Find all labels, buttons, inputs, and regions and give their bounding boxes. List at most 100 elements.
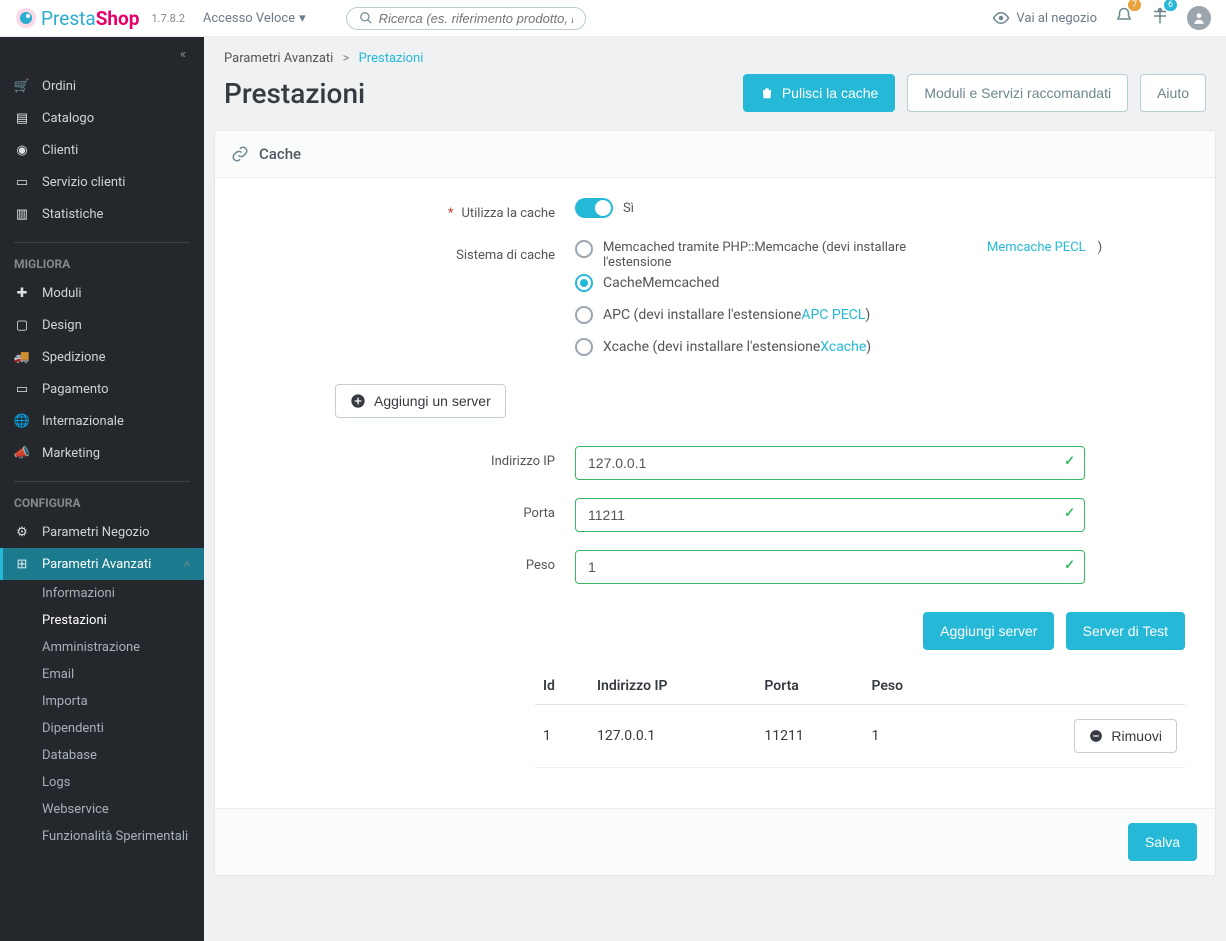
sidebar-collapse[interactable]: « — [0, 37, 204, 70]
sidebar-sub-webservice[interactable]: Webservice — [0, 796, 204, 823]
panel-body: *Utilizza la cache Sì Sistema di cache — [215, 178, 1215, 808]
add-server-toggle-label: Aggiungi un server — [374, 393, 491, 409]
radio-cachememcached[interactable] — [575, 274, 593, 292]
use-cache-toggle[interactable]: Sì — [575, 198, 634, 218]
quick-access-dropdown[interactable]: Accesso Veloce ▾ — [203, 11, 306, 26]
th-ip: Indirizzo IP — [589, 668, 756, 705]
save-button[interactable]: Salva — [1128, 823, 1197, 861]
sidebar-item-catalog[interactable]: ▤Catalogo — [0, 102, 204, 134]
add-server-button[interactable]: Aggiungi server — [923, 612, 1054, 650]
radio-apc[interactable] — [575, 306, 593, 324]
truck-icon: 🚚 — [14, 349, 30, 365]
ip-input[interactable] — [575, 446, 1085, 480]
profile-avatar[interactable] — [1187, 6, 1211, 30]
weight-input[interactable] — [575, 550, 1085, 584]
sidebar-sub-logs[interactable]: Logs — [0, 769, 204, 796]
xcache-link[interactable]: Xcache — [820, 339, 866, 355]
notif-badge: 7 — [1128, 0, 1141, 11]
apc-pecl-link[interactable]: APC PECL — [801, 307, 865, 323]
sidebar-item-stats[interactable]: ▥Statistiche — [0, 198, 204, 230]
plus-circle-icon — [350, 393, 366, 409]
search-box[interactable] — [346, 7, 586, 30]
sidebar-sub-performance[interactable]: Prestazioni — [0, 607, 204, 634]
support-button[interactable]: 6 — [1151, 7, 1169, 29]
toggle-value: Sì — [623, 201, 634, 216]
port-label: Porta — [245, 498, 575, 521]
sidebar-sub-employees[interactable]: Dipendenti — [0, 715, 204, 742]
table-row: 1 127.0.0.1 11211 1 Rimuovi — [535, 705, 1185, 768]
remove-server-button[interactable]: Rimuovi — [1074, 719, 1177, 753]
sidebar-item-shop-params[interactable]: ⚙Parametri Negozio — [0, 516, 204, 548]
breadcrumb-sep: > — [343, 51, 350, 66]
person-icon: ◉ — [14, 142, 30, 158]
sidebar-sub-email[interactable]: Email — [0, 661, 204, 688]
minus-circle-icon — [1089, 729, 1103, 743]
sidebar-item-customer-service[interactable]: ▭Servizio clienti — [0, 166, 204, 198]
ip-label: Indirizzo IP — [245, 446, 575, 469]
sidebar-sub-experimental[interactable]: Funzionalità Sperimentali — [0, 823, 204, 850]
support-badge: 6 — [1164, 0, 1177, 11]
panel-header: Cache — [215, 131, 1215, 178]
cell-ip: 127.0.0.1 — [589, 705, 756, 768]
radio-xcache[interactable] — [575, 338, 593, 356]
notifications-button[interactable]: 7 — [1115, 7, 1133, 29]
help-button[interactable]: Aiuto — [1140, 74, 1206, 112]
th-port: Porta — [756, 668, 863, 705]
version-label: 1.7.8.2 — [151, 12, 184, 25]
globe-icon: 🌐 — [14, 413, 30, 429]
weight-label: Peso — [245, 550, 575, 573]
breadcrumb-current: Prestazioni — [359, 51, 424, 66]
sidebar-heading-configure: CONFIGURA — [0, 488, 204, 516]
sidebar-sub-administration[interactable]: Amministrazione — [0, 634, 204, 661]
breadcrumb: Parametri Avanzati > Prestazioni — [204, 37, 1226, 70]
person-icon — [1192, 11, 1206, 25]
sidebar-sub-import[interactable]: Importa — [0, 688, 204, 715]
sidebar-heading-improve: MIGLIORA — [0, 249, 204, 277]
check-icon: ✓ — [1064, 506, 1075, 521]
megaphone-icon: 📣 — [14, 445, 30, 461]
sidebar-sub-database[interactable]: Database — [0, 742, 204, 769]
sidebar-item-design[interactable]: ▢Design — [0, 309, 204, 341]
th-id: Id — [535, 668, 589, 705]
clear-cache-button[interactable]: Pulisci la cache — [743, 74, 896, 112]
check-icon: ✓ — [1064, 558, 1075, 573]
sidebar-item-payment[interactable]: ▭Pagamento — [0, 373, 204, 405]
logo[interactable]: PrestaShop 1.7.8.2 — [15, 7, 185, 30]
radio-memcache[interactable] — [575, 240, 593, 258]
paren-close-1: ) — [1098, 240, 1103, 255]
top-bar: PrestaShop 1.7.8.2 Accesso Veloce ▾ Vai … — [0, 0, 1226, 37]
view-shop-link[interactable]: Vai al negozio — [992, 9, 1097, 27]
sidebar-sub-information[interactable]: Informazioni — [0, 580, 204, 607]
radio-apc-label: APC (devi installare l'estensioneAPC PEC… — [603, 307, 870, 323]
panel-footer: Salva — [215, 808, 1215, 875]
memcache-pecl-link[interactable]: Memcache PECL — [987, 240, 1086, 255]
cell-port: 11211 — [756, 705, 863, 768]
sidebar-item-advanced-params[interactable]: ⊞Parametri Avanzati˄ — [0, 548, 204, 580]
sidebar-item-shipping[interactable]: 🚚Spedizione — [0, 341, 204, 373]
sidebar-item-international[interactable]: 🌐Internazionale — [0, 405, 204, 437]
gear-icon: ⚙ — [14, 524, 30, 540]
radio-memcache-label: Memcached tramite PHP::Memcache (devi in… — [603, 240, 975, 270]
port-input[interactable] — [575, 498, 1085, 532]
clear-cache-label: Pulisci la cache — [782, 85, 879, 101]
search-input[interactable] — [379, 11, 573, 26]
recommended-button[interactable]: Moduli e Servizi raccomandati — [907, 74, 1128, 112]
sidebar-item-modules[interactable]: ✚Moduli — [0, 277, 204, 309]
monitor-icon: ▢ — [14, 317, 30, 333]
sliders-icon: ⊞ — [14, 556, 30, 572]
sidebar-item-marketing[interactable]: 📣Marketing — [0, 437, 204, 469]
logo-text: PrestaShop — [41, 7, 139, 30]
quick-access-label: Accesso Veloce — [203, 11, 295, 26]
sidebar-item-orders[interactable]: 🛒Ordini — [0, 70, 204, 102]
breadcrumb-parent[interactable]: Parametri Avanzati — [224, 51, 333, 66]
radio-xcache-label: Xcache (devi installare l'estensioneXcac… — [603, 339, 871, 355]
search-icon — [359, 11, 373, 25]
chevron-down-icon: ▾ — [299, 11, 306, 26]
test-server-button[interactable]: Server di Test — [1066, 612, 1185, 650]
chevron-left-icon: « — [180, 47, 186, 62]
chevron-up-icon: ˄ — [184, 558, 190, 571]
remove-label: Rimuovi — [1111, 728, 1162, 744]
card-icon: ▭ — [14, 381, 30, 397]
sidebar-item-customers[interactable]: ◉Clienti — [0, 134, 204, 166]
add-server-toggle-button[interactable]: Aggiungi un server — [335, 384, 506, 418]
